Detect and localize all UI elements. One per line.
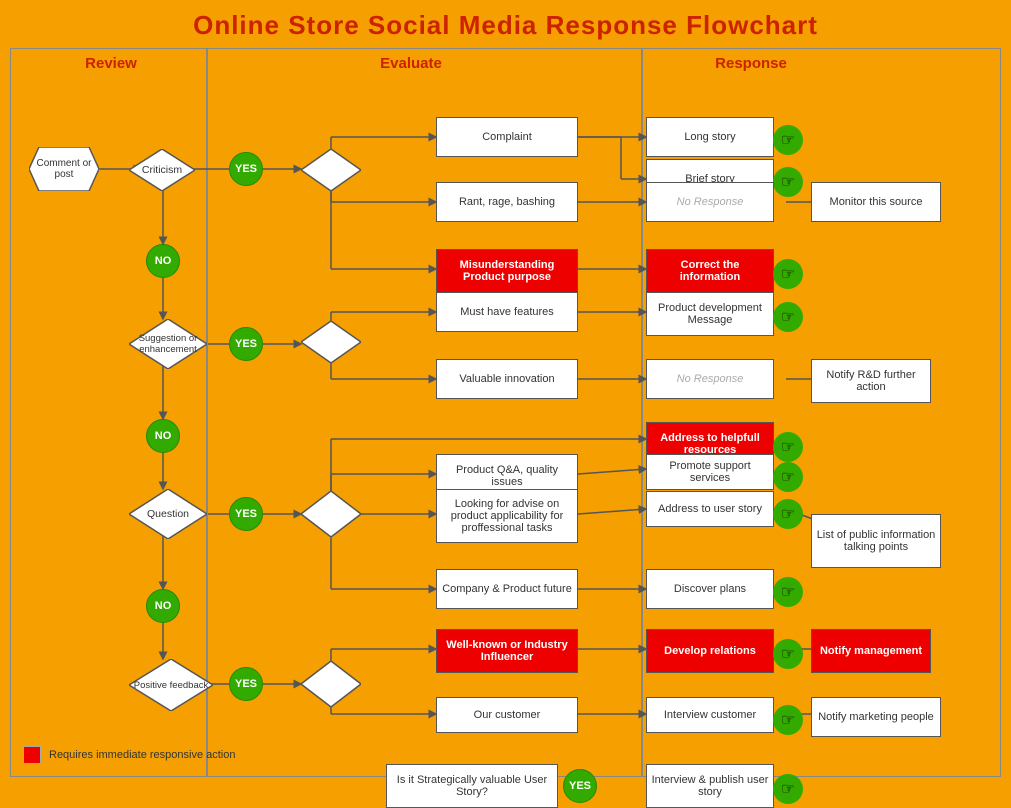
hand-icon-address: ☞ [773, 432, 803, 462]
eval-diamond-2 [301, 321, 361, 363]
strategically-box: Is it Strategically valuable User Story? [386, 764, 558, 808]
promote-support-box: Promote support services [646, 454, 774, 490]
yes-circle-1: YES [229, 152, 263, 186]
interview-publish-box: Interview & publish user story [646, 764, 774, 808]
question-diamond: Question [129, 489, 207, 539]
misunderstanding-box: Misunderstanding Product purpose [436, 249, 578, 293]
hand-icon-promote: ☞ [773, 462, 803, 492]
yes-circle-4: YES [229, 667, 263, 701]
positive-diamond: Positive feedback [129, 659, 213, 711]
discover-plans-box: Discover plans [646, 569, 774, 609]
legend-text: Requires immediate responsive action [49, 749, 235, 761]
notify-rd-box: Notify R&D further action [811, 359, 931, 403]
product-dev-box: Product development Message [646, 292, 774, 336]
develop-relations-box: Develop relations [646, 629, 774, 673]
no-circle-3: NO [146, 589, 180, 623]
our-customer-box: Our customer [436, 697, 578, 733]
complaint-box: Complaint [436, 117, 578, 157]
monitor-source-box: Monitor this source [811, 182, 941, 222]
address-user-box: Address to user story [646, 491, 774, 527]
no-response-1-box: No Response [646, 182, 774, 222]
must-have-box: Must have features [436, 292, 578, 332]
yes-circle-3: YES [229, 497, 263, 531]
hand-icon-product-dev: ☞ [773, 302, 803, 332]
legend: Requires immediate responsive action [23, 746, 235, 764]
legend-box [23, 746, 41, 764]
correct-info-box: Correct the information [646, 249, 774, 293]
hand-icon-user: ☞ [773, 499, 803, 529]
no-circle-2: NO [146, 419, 180, 453]
hand-icon-correct: ☞ [773, 259, 803, 289]
criticism-diamond: Criticism [129, 149, 195, 191]
hand-icon-brief: ☞ [773, 167, 803, 197]
list-public-box: List of public information talking point… [811, 514, 941, 568]
hand-icon-discover: ☞ [773, 577, 803, 607]
suggestion-diamond: Suggestion or enhancement [129, 319, 207, 369]
eval-diamond-1 [301, 149, 361, 191]
long-story-box: Long story [646, 117, 774, 157]
interview-customer-box: Interview customer [646, 697, 774, 733]
col-header-evaluate: Evaluate [311, 55, 511, 72]
divider-2 [641, 49, 643, 776]
main-container: Online Store Social Media Response Flowc… [0, 0, 1011, 787]
notify-marketing-box: Notify marketing people [811, 697, 941, 737]
notify-management-box: Notify management [811, 629, 931, 673]
hand-icon-interview: ☞ [773, 705, 803, 735]
col-header-response: Response [651, 55, 851, 72]
well-known-box: Well-known or Industry Influencer [436, 629, 578, 673]
hand-icon-long: ☞ [773, 125, 803, 155]
yes-circle-2: YES [229, 327, 263, 361]
no-response-2-box: No Response [646, 359, 774, 399]
page-title: Online Store Social Media Response Flowc… [0, 0, 1011, 46]
looking-advise-box: Looking for advise on product applicabil… [436, 489, 578, 543]
no-circle-1: NO [146, 244, 180, 278]
eval-diamond-3 [301, 491, 361, 537]
comment-post-shape: Comment or post [29, 147, 99, 191]
flowchart-area: Review Evaluate Response [10, 48, 1001, 777]
company-future-box: Company & Product future [436, 569, 578, 609]
col-header-review: Review [31, 55, 191, 72]
hand-icon-publish: ☞ [773, 774, 803, 804]
yes-circle-5: YES [563, 769, 597, 803]
valuable-box: Valuable innovation [436, 359, 578, 399]
eval-diamond-4 [301, 661, 361, 707]
rant-box: Rant, rage, bashing [436, 182, 578, 222]
hand-icon-develop: ☞ [773, 639, 803, 669]
